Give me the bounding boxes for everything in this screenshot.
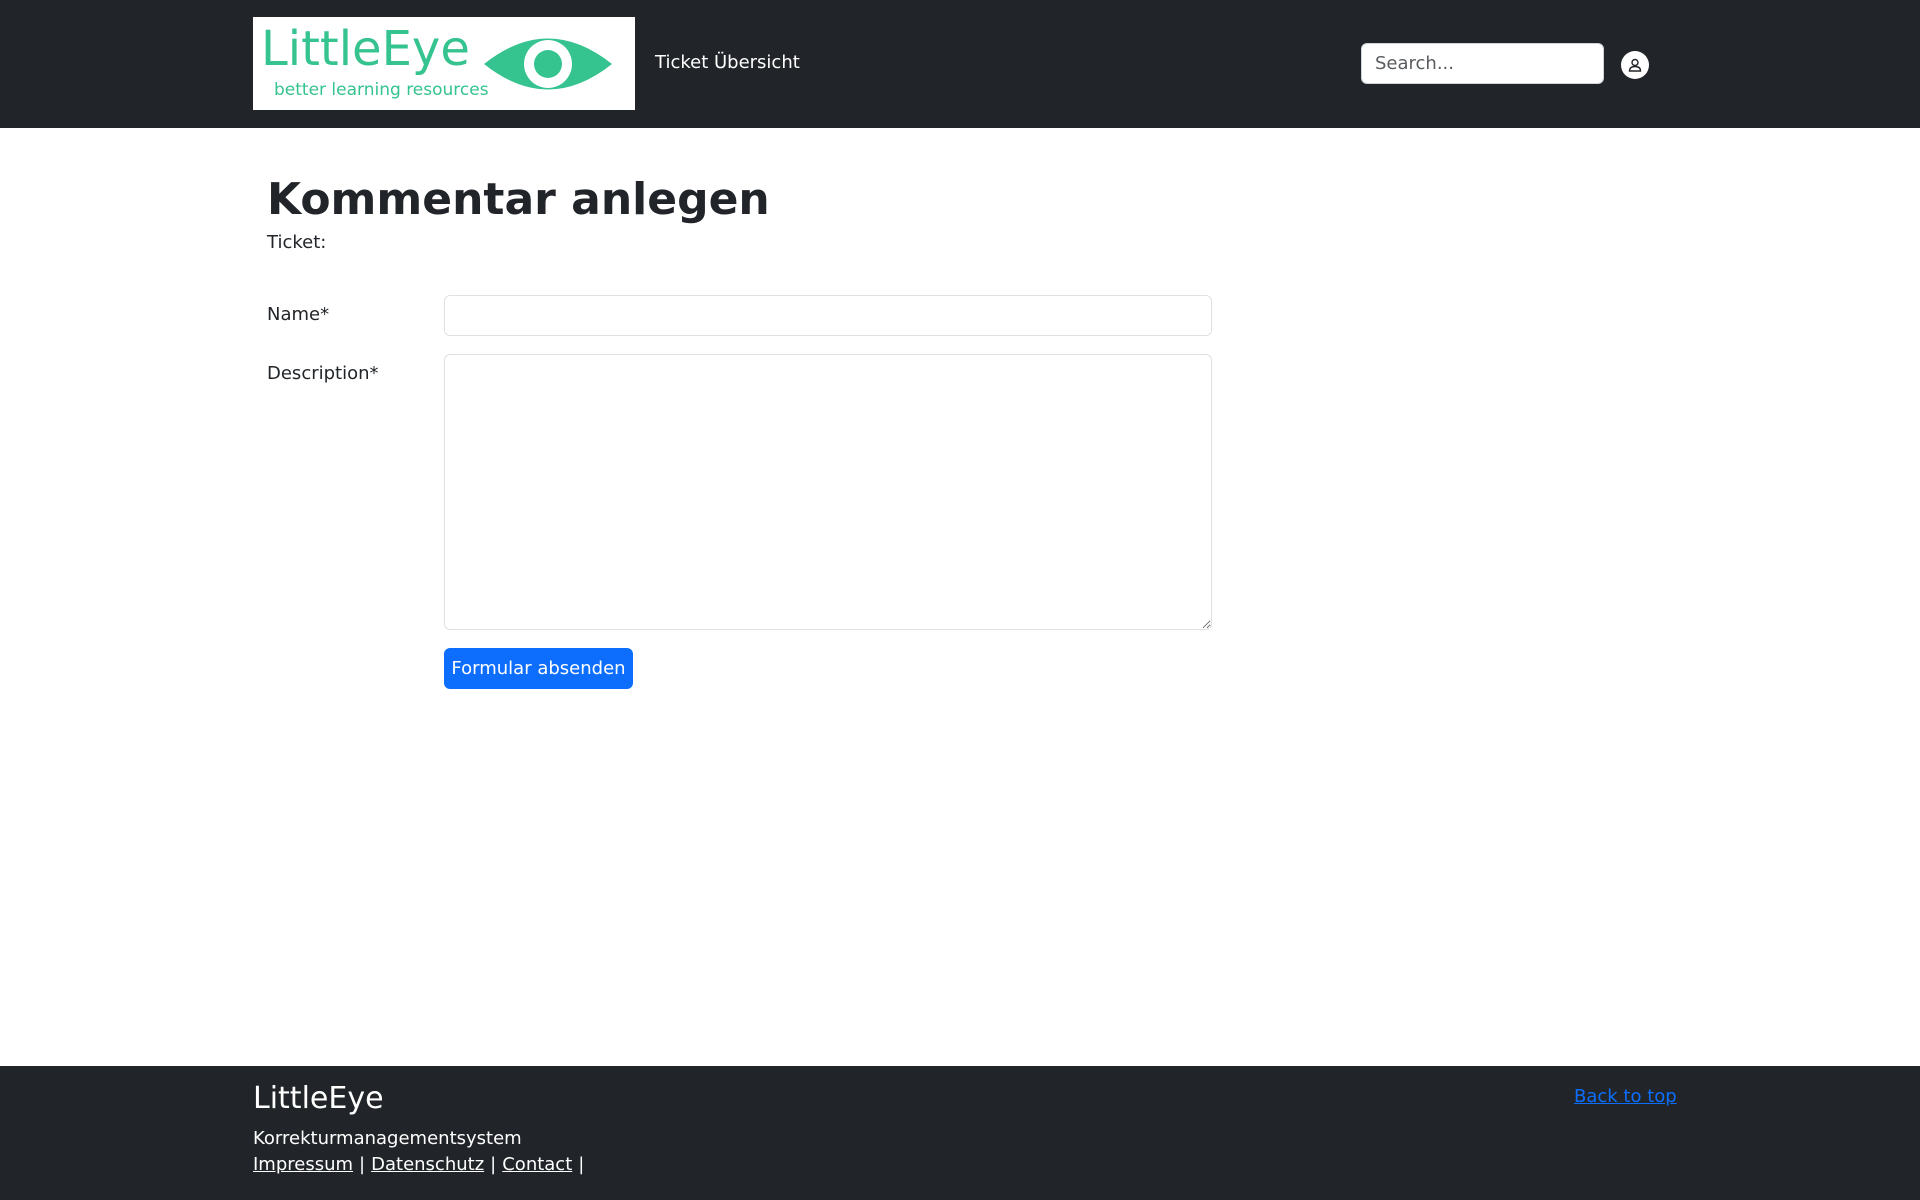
user-icon	[1628, 58, 1642, 72]
name-label: Name*	[267, 304, 330, 325]
footer-title: LittleEye	[253, 1081, 384, 1116]
name-input[interactable]	[444, 295, 1212, 336]
brand-logo[interactable]: LittleEye better learning resources	[253, 17, 635, 110]
footer-separator: |	[490, 1154, 497, 1175]
footer-separator: |	[578, 1154, 585, 1175]
footer-link-datenschutz[interactable]: Datenschutz	[371, 1154, 484, 1175]
footer: LittleEye Korrekturmanagementsystem Impr…	[0, 1066, 1920, 1200]
page-title: Kommentar anlegen	[267, 174, 770, 225]
footer-link-impressum[interactable]: Impressum	[253, 1154, 353, 1175]
logo-tagline: better learning resources	[274, 80, 489, 100]
back-to-top-link[interactable]: Back to top	[1574, 1084, 1677, 1110]
footer-link-contact[interactable]: Contact	[502, 1154, 572, 1175]
footer-links: Impressum | Datenschutz | Contact |	[253, 1152, 590, 1178]
footer-separator: |	[359, 1154, 366, 1175]
search-input[interactable]	[1361, 43, 1604, 84]
logo-wordmark: LittleEye	[261, 21, 470, 77]
nav-ticket-overview[interactable]: Ticket Übersicht	[655, 50, 800, 76]
description-textarea[interactable]	[444, 354, 1212, 630]
eye-logo-icon	[484, 38, 612, 90]
ticket-label: Ticket:	[267, 232, 327, 253]
description-label: Description*	[267, 363, 379, 384]
footer-subtitle: Korrekturmanagementsystem	[253, 1128, 522, 1149]
navbar: LittleEye better learning resources Tick…	[0, 0, 1920, 128]
user-menu-button[interactable]	[1621, 51, 1649, 79]
submit-button[interactable]: Formular absenden	[444, 648, 633, 689]
